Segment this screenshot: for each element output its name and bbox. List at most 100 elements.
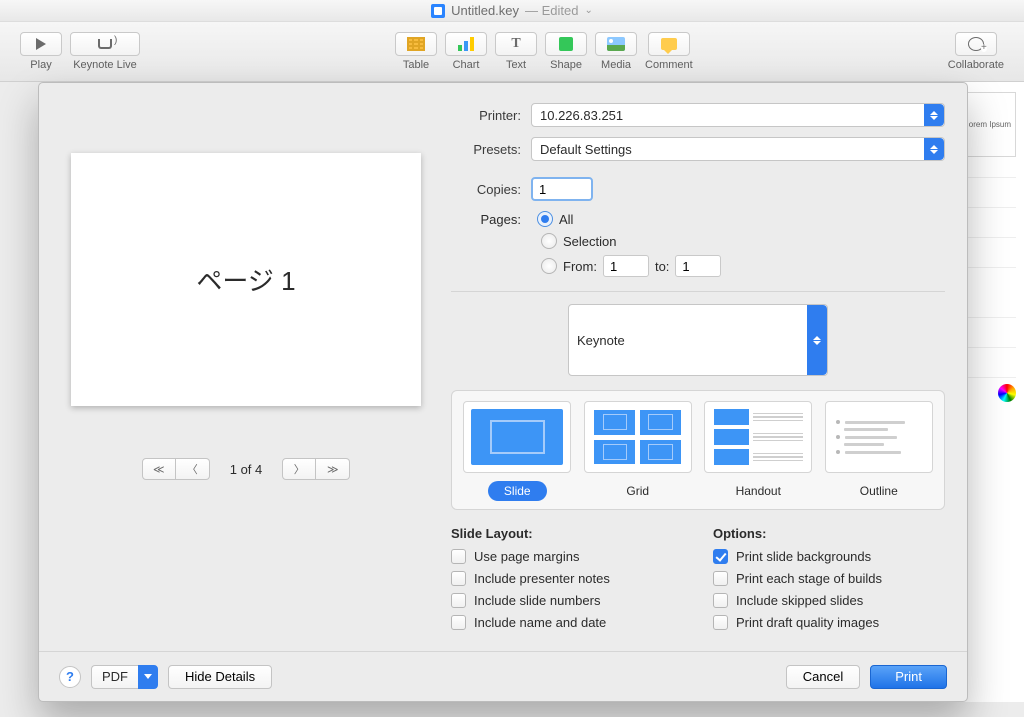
layout-slide-tile[interactable]: Slide — [462, 401, 573, 501]
color-wheel-icon[interactable] — [998, 384, 1016, 402]
app-options-value: Keynote — [577, 333, 625, 348]
next-page-button[interactable]: 〉 — [282, 458, 316, 480]
name-date-checkbox[interactable] — [451, 615, 466, 630]
text-icon: T — [511, 36, 520, 52]
last-page-button[interactable]: ≫ — [316, 458, 350, 480]
draft-quality-checkbox[interactable] — [713, 615, 728, 630]
chart-button[interactable] — [445, 32, 487, 56]
print-backgrounds-checkbox[interactable] — [713, 549, 728, 564]
preview-page: ページ 1 — [71, 153, 421, 406]
shape-button[interactable] — [545, 32, 587, 56]
print-backgrounds-label: Print slide backgrounds — [736, 549, 871, 564]
edited-indicator: — Edited — [525, 3, 578, 18]
pdf-menu-button[interactable]: PDF — [91, 665, 158, 689]
media-icon — [607, 37, 625, 51]
collaborate-label: Collaborate — [948, 59, 1004, 71]
play-button[interactable] — [20, 32, 62, 56]
help-button[interactable]: ? — [59, 666, 81, 688]
prev-page-button[interactable]: 〈 — [176, 458, 210, 480]
text-label: Text — [506, 59, 526, 71]
slide-numbers-checkbox[interactable] — [451, 593, 466, 608]
media-label: Media — [601, 59, 631, 71]
pages-selection-radio[interactable] — [541, 233, 557, 249]
document-title: Untitled.key — [451, 3, 519, 18]
use-margins-checkbox[interactable] — [451, 549, 466, 564]
comment-label: Comment — [645, 59, 693, 71]
chart-label: Chart — [453, 59, 480, 71]
slide-layout-heading: Slide Layout: — [451, 526, 683, 541]
table-label: Table — [403, 59, 429, 71]
presets-value: Default Settings — [540, 142, 632, 157]
play-icon — [36, 38, 46, 50]
use-margins-label: Use page margins — [474, 549, 580, 564]
select-arrows-icon — [807, 305, 827, 375]
pages-selection-label: Selection — [563, 234, 616, 249]
cancel-button[interactable]: Cancel — [786, 665, 860, 689]
hide-details-button[interactable]: Hide Details — [168, 665, 272, 689]
comment-button[interactable] — [648, 32, 690, 56]
select-arrows-icon — [924, 104, 944, 126]
select-arrows-icon — [924, 138, 944, 160]
collaborate-button[interactable] — [955, 32, 997, 56]
grid-layout-icon — [594, 410, 681, 465]
title-chevron-icon[interactable]: ⌄ — [585, 5, 593, 16]
shape-label: Shape — [550, 59, 582, 71]
first-page-button[interactable]: ≪ — [142, 458, 176, 480]
separator — [451, 291, 945, 292]
options-heading: Options: — [713, 526, 945, 541]
to-label: to: — [655, 259, 669, 274]
outline-tile-label: Outline — [844, 481, 914, 501]
presets-select[interactable]: Default Settings — [531, 137, 945, 161]
print-settings-column: Printer: 10.226.83.251 Presets: Default … — [451, 103, 945, 637]
slide-layout-options: Slide Layout: Use page margins Include p… — [451, 526, 683, 637]
printer-label: Printer: — [451, 108, 531, 123]
dialog-footer: ? PDF Hide Details Cancel Print — [39, 651, 967, 701]
app-options-select[interactable]: Keynote — [568, 304, 828, 376]
slide-tile-label: Slide — [488, 481, 547, 501]
preview-slide-text: ページ 1 — [196, 261, 295, 298]
include-skipped-label: Include skipped slides — [736, 593, 863, 608]
text-button[interactable]: T — [495, 32, 537, 56]
slide-numbers-label: Include slide numbers — [474, 593, 600, 608]
play-label: Play — [30, 59, 51, 71]
copies-input[interactable] — [531, 177, 593, 201]
media-button[interactable] — [595, 32, 637, 56]
print-builds-checkbox[interactable] — [713, 571, 728, 586]
preview-counter: 1 of 4 — [230, 462, 263, 477]
from-input[interactable] — [603, 255, 649, 277]
print-builds-label: Print each stage of builds — [736, 571, 882, 586]
print-preview-column: ページ 1 ≪ 〈 1 of 4 〉 ≫ — [61, 103, 431, 637]
window-titlebar: Untitled.key — Edited ⌄ — [0, 0, 1024, 22]
preview-nav: ≪ 〈 1 of 4 〉 ≫ — [142, 458, 351, 480]
handout-layout-icon — [714, 409, 803, 465]
name-date-label: Include name and date — [474, 615, 606, 630]
broadcast-icon — [98, 39, 112, 49]
from-label: From: — [563, 259, 597, 274]
presenter-notes-checkbox[interactable] — [451, 571, 466, 586]
print-dialog: ページ 1 ≪ 〈 1 of 4 〉 ≫ Printer: 10.226.83.… — [38, 82, 968, 702]
to-input[interactable] — [675, 255, 721, 277]
pages-range-radio[interactable] — [541, 258, 557, 274]
document-icon — [431, 4, 445, 18]
layout-outline-tile[interactable]: Outline — [824, 401, 935, 501]
shape-icon — [559, 37, 573, 51]
copies-label: Copies: — [451, 182, 531, 197]
table-button[interactable] — [395, 32, 437, 56]
keynote-live-button[interactable] — [70, 32, 140, 56]
layout-grid-tile[interactable]: Grid — [583, 401, 694, 501]
pages-all-radio[interactable] — [537, 211, 553, 227]
pages-all-label: All — [559, 212, 573, 227]
presenter-notes-label: Include presenter notes — [474, 571, 610, 586]
grid-tile-label: Grid — [610, 481, 665, 501]
table-icon — [407, 37, 425, 51]
slide-layout-icon — [471, 409, 563, 465]
include-skipped-checkbox[interactable] — [713, 593, 728, 608]
main-toolbar: Play Keynote Live Table Chart T Text Sha… — [0, 22, 1024, 82]
draft-quality-label: Print draft quality images — [736, 615, 879, 630]
pdf-button-label: PDF — [102, 669, 128, 684]
comment-icon — [661, 38, 677, 50]
print-button[interactable]: Print — [870, 665, 947, 689]
printer-select[interactable]: 10.226.83.251 — [531, 103, 945, 127]
pages-label: Pages: — [451, 212, 531, 227]
layout-handout-tile[interactable]: Handout — [703, 401, 814, 501]
